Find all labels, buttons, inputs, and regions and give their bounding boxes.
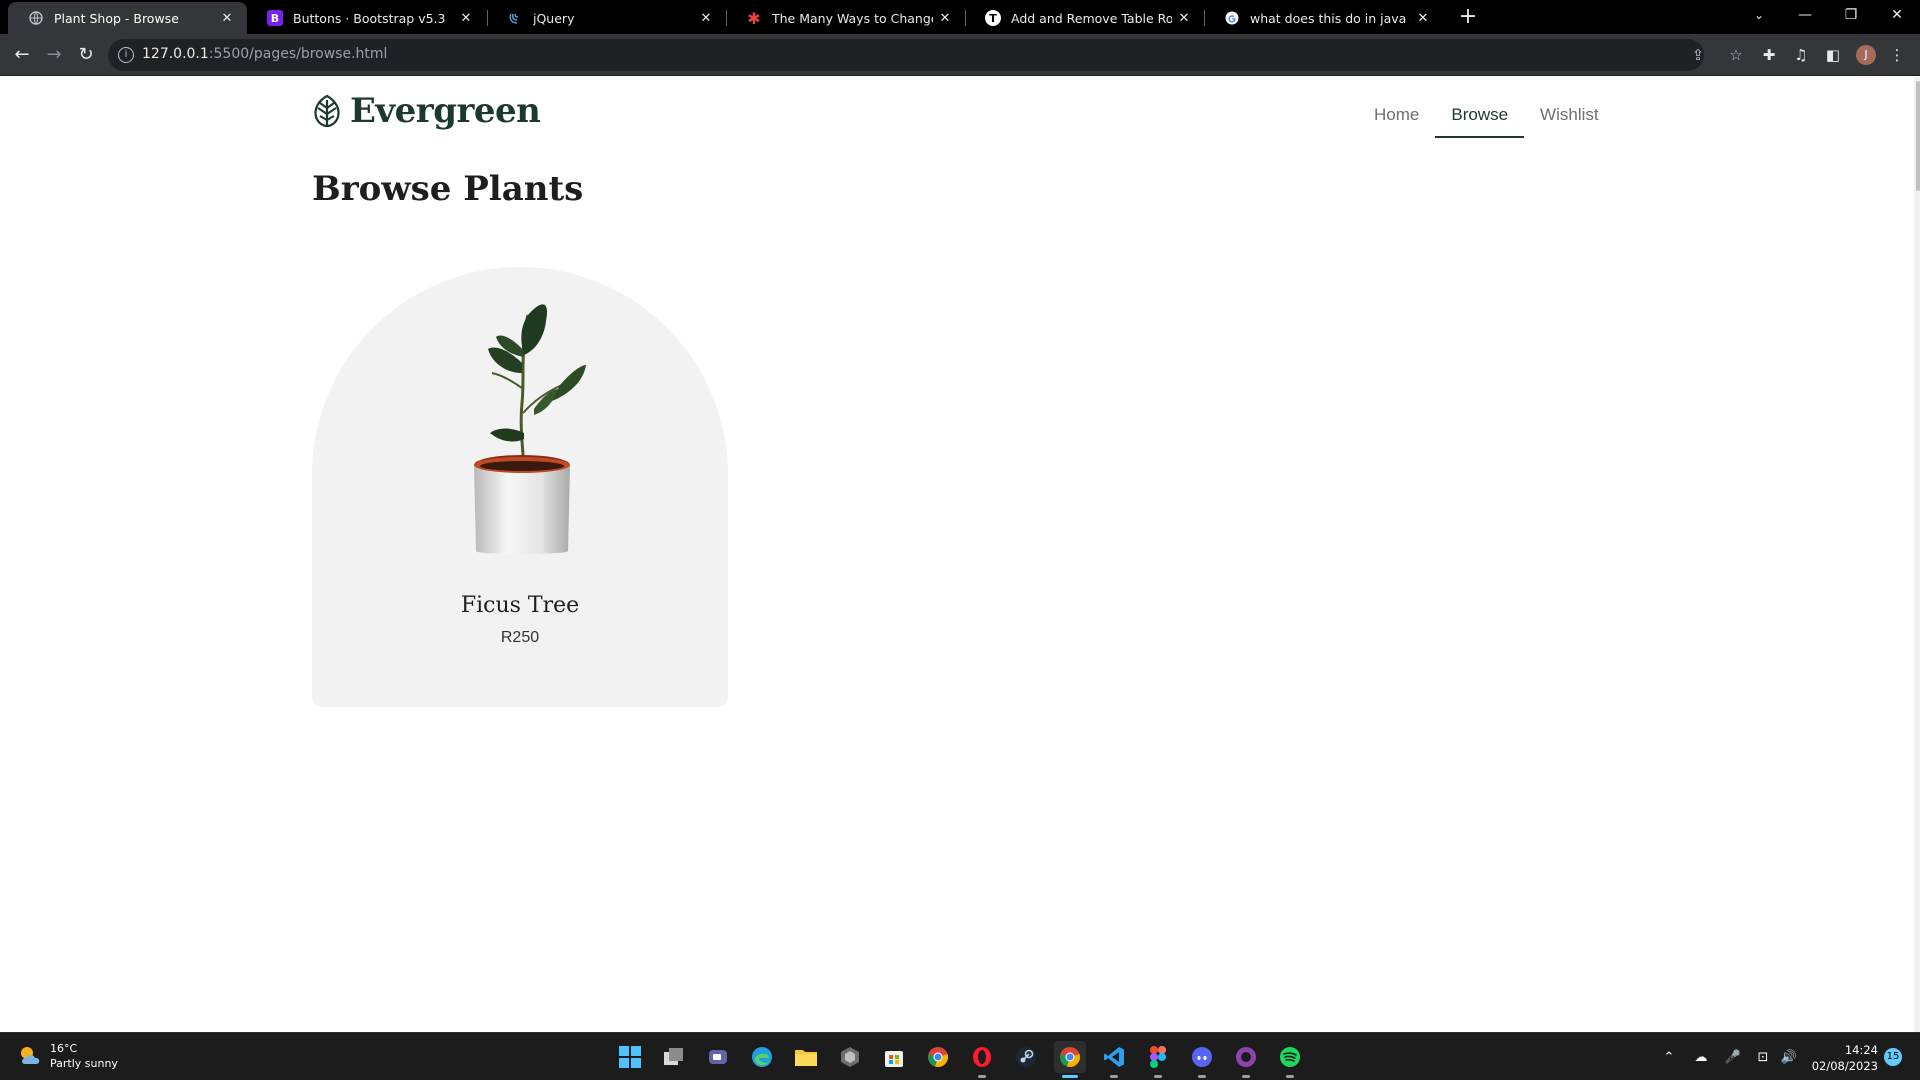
bookmark-star-icon[interactable]: ☆: [1726, 45, 1746, 65]
tab-title: Plant Shop - Browse: [54, 10, 179, 26]
figma-icon[interactable]: [1142, 1041, 1174, 1078]
product-card[interactable]: Ficus Tree R250: [312, 267, 728, 707]
close-tab-icon[interactable]: ✕: [1172, 11, 1196, 26]
weather-widget[interactable]: 16°C Partly sunny: [16, 1041, 118, 1071]
page-viewport: Evergreen Home Browse Wishlist Browse Pl…: [0, 77, 1920, 1032]
plant-image: [474, 304, 586, 554]
tab-search-icon[interactable]: ⌄: [1736, 0, 1782, 30]
store-icon[interactable]: [878, 1041, 910, 1073]
tab-table-rows[interactable]: T Add and Remove Table Rows Dy ✕: [965, 2, 1204, 34]
tab-title: what does this do in java - Goog: [1250, 10, 1411, 26]
extensions-puzzle-icon[interactable]: ✚: [1758, 44, 1780, 66]
teams-icon[interactable]: [702, 1041, 734, 1073]
clock-time: 14:24: [1844, 1043, 1878, 1057]
spotify-icon[interactable]: [1274, 1041, 1306, 1078]
close-tab-icon[interactable]: ✕: [454, 11, 478, 26]
address-bar[interactable]: i 127.0.0.1:5500/pages/browse.html ⇪ ☆: [108, 39, 1743, 71]
profile-avatar[interactable]: J: [1856, 45, 1876, 65]
network-icon[interactable]: ⊡: [1754, 1049, 1772, 1067]
page-scrollbar[interactable]: [1914, 77, 1920, 1032]
close-tab-icon[interactable]: ✕: [694, 11, 718, 26]
nav-wishlist-link[interactable]: Wishlist: [1524, 95, 1615, 138]
windows-taskbar: 16°C Partly sunny ⌃ ☁ 🎤 ⊡ 🔊 14:24 02/08/…: [0, 1032, 1920, 1080]
side-panel-icon[interactable]: ◧: [1822, 44, 1844, 66]
task-view-icon[interactable]: [658, 1041, 690, 1073]
tab-bootstrap-buttons[interactable]: B Buttons · Bootstrap v5.3 ✕: [247, 2, 486, 34]
product-name[interactable]: Ficus Tree: [312, 593, 728, 618]
google-icon: [1224, 10, 1240, 26]
nav-browse-link[interactable]: Browse: [1435, 95, 1525, 138]
bootstrap-icon: B: [267, 10, 283, 26]
jquery-icon: [507, 10, 523, 26]
forward-icon[interactable]: →: [40, 41, 68, 69]
weather-description: Partly sunny: [50, 1057, 118, 1070]
running-indicator: [1242, 1075, 1250, 1078]
notification-badge[interactable]: 15: [1884, 1048, 1902, 1066]
tab-jquery[interactable]: jQuery ✕: [487, 2, 726, 34]
minimize-icon[interactable]: —: [1782, 0, 1828, 30]
close-window-icon[interactable]: ✕: [1874, 0, 1920, 30]
site-info-icon[interactable]: i: [118, 47, 134, 63]
main-nav: Home Browse Wishlist: [1358, 95, 1615, 138]
back-icon[interactable]: ←: [8, 41, 36, 69]
media-control-icon[interactable]: ♫: [1790, 44, 1812, 66]
reload-icon[interactable]: ↻: [72, 41, 100, 69]
discord-icon[interactable]: [1186, 1041, 1218, 1078]
url-text[interactable]: 127.0.0.1:5500/pages/browse.html: [142, 46, 387, 62]
tab-plant-shop-browse[interactable]: Plant Shop - Browse ✕: [8, 2, 247, 34]
brand-name: Evergreen: [350, 91, 541, 131]
show-hidden-icons-chevron-icon[interactable]: ⌃: [1660, 1049, 1678, 1067]
microphone-icon[interactable]: 🎤: [1724, 1049, 1742, 1067]
t-icon: T: [985, 10, 1001, 26]
tab-google-search[interactable]: what does this do in java - Goog ✕: [1204, 2, 1443, 34]
chrome-icon[interactable]: [1054, 1041, 1086, 1078]
tab-title: Add and Remove Table Rows Dy: [1011, 10, 1172, 26]
running-indicator: [1062, 1075, 1078, 1078]
steam-icon[interactable]: [1010, 1041, 1042, 1073]
system-clock[interactable]: 14:24 02/08/2023: [1808, 1042, 1878, 1074]
share-icon[interactable]: ⇪: [1688, 45, 1708, 65]
close-tab-icon[interactable]: ✕: [1411, 11, 1435, 26]
volume-icon[interactable]: 🔊: [1780, 1049, 1798, 1067]
opera-icon[interactable]: [966, 1041, 998, 1078]
chrome-icon[interactable]: [922, 1041, 954, 1073]
restore-icon[interactable]: ❐: [1828, 0, 1874, 30]
page-title: Browse Plants: [312, 169, 584, 209]
browser-tab-bar: Plant Shop - Browse ✕ B Buttons · Bootst…: [0, 0, 1920, 34]
tab-title: jQuery: [533, 10, 575, 26]
vscode-icon[interactable]: [1098, 1041, 1130, 1078]
edge-icon[interactable]: [746, 1041, 778, 1073]
globe-icon: [28, 10, 44, 26]
leaf-logo-icon: [314, 94, 340, 128]
running-indicator: [1154, 1075, 1162, 1078]
close-tab-icon[interactable]: ✕: [215, 11, 239, 26]
app-icon[interactable]: [834, 1041, 866, 1073]
running-indicator: [978, 1075, 986, 1078]
more-menu-icon[interactable]: ⋮: [1886, 44, 1908, 66]
tab-title: The Many Ways to Change an SV: [772, 10, 933, 26]
onedrive-icon[interactable]: ☁: [1692, 1049, 1710, 1067]
nav-home-link[interactable]: Home: [1358, 95, 1435, 138]
brand[interactable]: Evergreen: [312, 91, 541, 131]
scrollbar-thumb[interactable]: [1916, 81, 1920, 191]
windows-start-icon[interactable]: [614, 1041, 646, 1073]
css-tricks-icon: ✱: [747, 8, 761, 28]
close-tab-icon[interactable]: ✕: [933, 11, 957, 26]
running-indicator: [1110, 1075, 1118, 1078]
running-indicator: [1198, 1075, 1206, 1078]
new-tab-button[interactable]: +: [1454, 4, 1482, 32]
tab-css-tricks-svg[interactable]: ✱ The Many Ways to Change an SV ✕: [726, 2, 965, 34]
product-price: R250: [500, 629, 540, 646]
weather-temperature: 16°C: [50, 1042, 78, 1055]
clock-date: 02/08/2023: [1811, 1059, 1878, 1073]
tab-title: Buttons · Bootstrap v5.3: [293, 10, 446, 26]
github-desktop-icon[interactable]: [1230, 1041, 1262, 1078]
file-explorer-icon[interactable]: [790, 1041, 822, 1073]
browser-toolbar: ← → ↻ i 127.0.0.1:5500/pages/browse.html…: [0, 34, 1920, 76]
partly-sunny-icon: [21, 1047, 40, 1064]
running-indicator: [1286, 1075, 1294, 1078]
